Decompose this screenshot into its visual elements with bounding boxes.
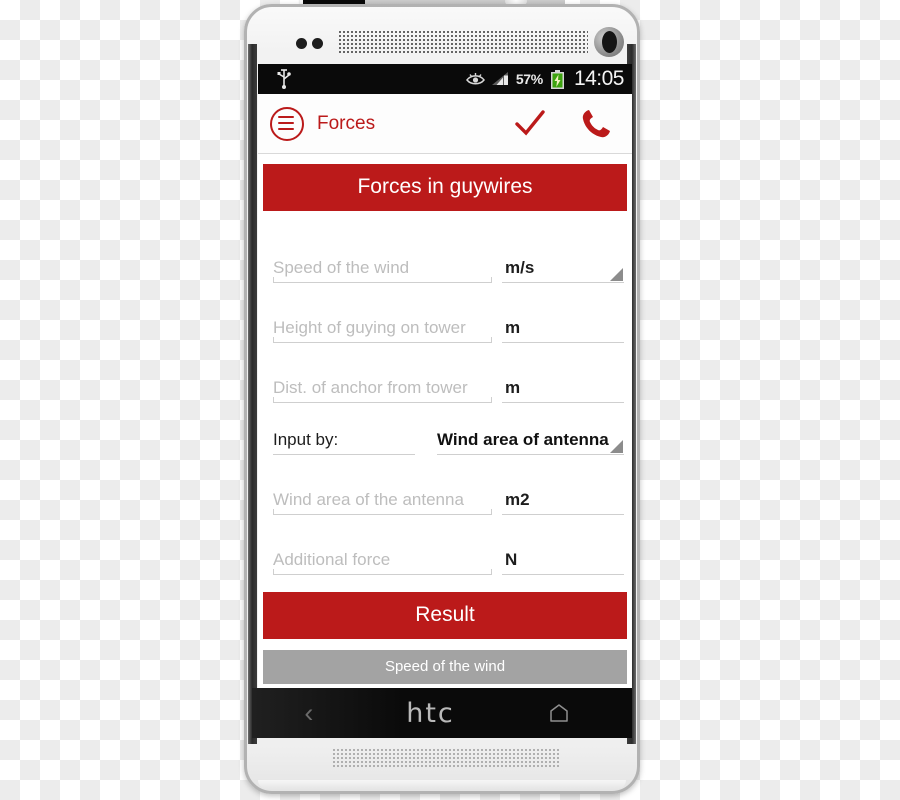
speed-of-wind-unit-spinner[interactable]: m/s — [502, 258, 624, 283]
signal-bars-icon — [491, 72, 508, 85]
hamburger-menu-icon[interactable] — [270, 106, 304, 141]
front-camera-icon — [594, 27, 624, 57]
page-title: Forces — [317, 112, 376, 134]
phone-side-rail-left — [248, 44, 257, 744]
form-row-wind-area: Wind area of the antenna m2 — [258, 455, 632, 515]
wind-area-unit-label: m2 — [505, 490, 530, 509]
form-row-input-by: Input by: Wind area of antenna — [258, 403, 632, 455]
home-icon[interactable] — [548, 704, 570, 722]
dropdown-caret-icon — [610, 268, 623, 281]
input-by-selected-value: Wind area of antenna — [437, 430, 609, 449]
speed-of-wind-placeholder: Speed of the wind — [273, 258, 410, 277]
nav-back-button[interactable]: ‹ — [304, 699, 313, 727]
height-of-guying-input[interactable]: Height of guying on tower — [273, 318, 492, 343]
height-of-guying-unit: m — [502, 318, 624, 343]
dist-of-anchor-input[interactable]: Dist. of anchor from tower — [273, 378, 492, 403]
dist-of-anchor-unit: m — [502, 378, 624, 403]
action-bar: Forces — [258, 94, 632, 154]
phone-screen: 57% 14:05 Forces Forces in guywires Spee… — [258, 64, 632, 688]
proximity-sensor-icon — [296, 38, 334, 49]
height-of-guying-unit-label: m — [505, 318, 521, 337]
form-row-speed-of-wind: Speed of the wind m/s — [258, 223, 632, 283]
phone-call-icon[interactable] — [580, 108, 612, 140]
speed-of-wind-input[interactable]: Speed of the wind — [273, 258, 492, 283]
android-nav-bar: ‹ htc — [252, 688, 632, 738]
htc-logo: htc — [406, 697, 455, 729]
additional-force-input[interactable]: Additional force — [273, 550, 492, 575]
additional-force-unit-label: N — [505, 550, 518, 569]
input-by-spinner[interactable]: Wind area of antenna — [437, 430, 624, 455]
dropdown-caret-icon — [610, 440, 623, 453]
speaker-grille-icon — [338, 30, 588, 53]
input-by-label-wrap: Input by: — [273, 430, 415, 455]
clock-label: 14:05 — [573, 67, 625, 90]
status-bar-right-icons: 57% 14:05 — [465, 64, 625, 94]
battery-percent-label: 57% — [515, 71, 543, 87]
phone-bottom-lip — [258, 780, 626, 789]
phone-top-hardware — [252, 14, 632, 66]
speaker-grille-icon — [332, 748, 560, 768]
input-form: Speed of the wind m/s Height of guying o… — [258, 211, 632, 575]
additional-force-placeholder: Additional force — [273, 550, 391, 569]
form-content: Forces in guywires Speed of the wind m/s… — [258, 154, 632, 688]
form-banner-title: Forces in guywires — [263, 164, 627, 211]
check-icon[interactable] — [514, 110, 546, 138]
status-bar: 57% 14:05 — [258, 64, 632, 94]
wind-area-unit: m2 — [502, 490, 624, 515]
result-button[interactable]: Result — [263, 592, 627, 639]
additional-force-unit: N — [502, 550, 624, 575]
battery-charging-icon — [550, 69, 564, 89]
height-of-guying-placeholder: Height of guying on tower — [273, 318, 466, 337]
wind-area-input[interactable]: Wind area of the antenna — [273, 490, 492, 515]
usb-icon — [277, 69, 291, 89]
wind-area-placeholder: Wind area of the antenna — [273, 490, 464, 509]
eye-icon — [465, 73, 485, 85]
input-by-label: Input by: — [273, 430, 339, 449]
dist-of-anchor-placeholder: Dist. of anchor from tower — [273, 378, 468, 397]
form-row-additional-force: Additional force N — [258, 515, 632, 575]
dist-of-anchor-unit-label: m — [505, 378, 521, 397]
form-row-height-of-guying: Height of guying on tower m — [258, 283, 632, 343]
speed-of-wind-unit-label: m/s — [505, 258, 535, 277]
form-row-dist-of-anchor: Dist. of anchor from tower m — [258, 343, 632, 403]
result-section-header: Speed of the wind — [263, 650, 627, 684]
